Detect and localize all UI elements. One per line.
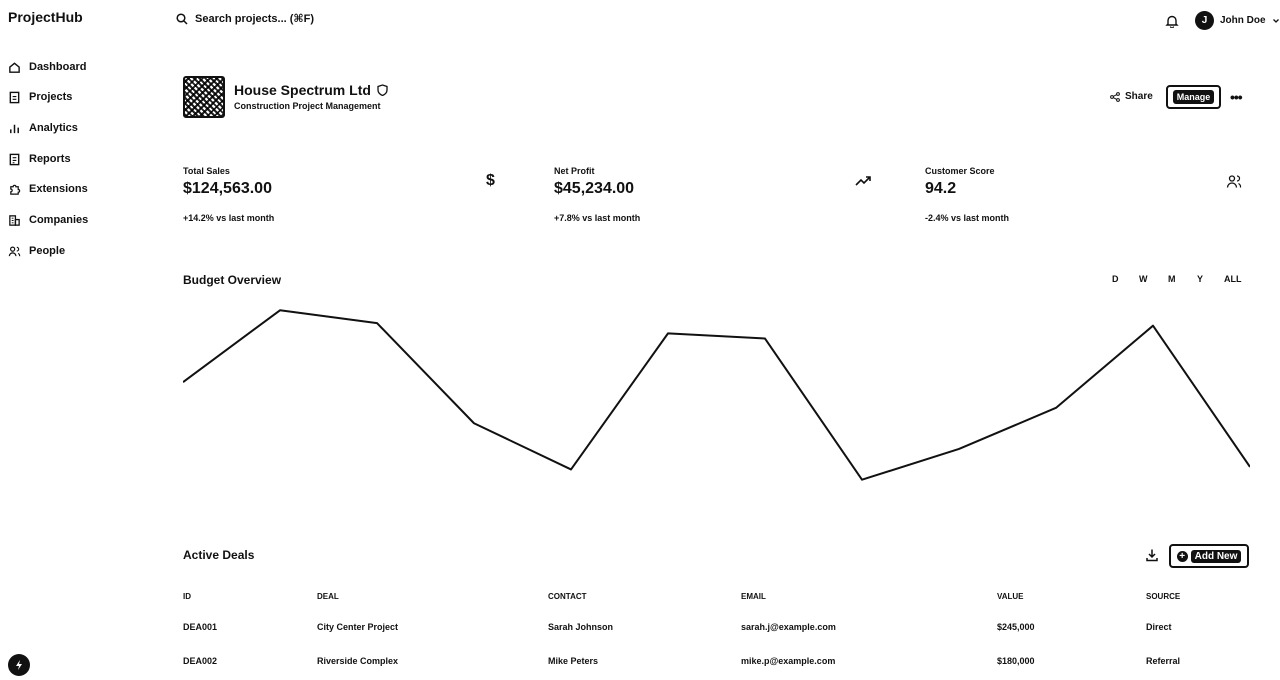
trending-up-icon (855, 176, 871, 186)
cell-id: DEA001 (183, 622, 218, 632)
sidebar-item-analytics[interactable]: Analytics (8, 118, 78, 138)
stat-change: -2.4% vs last month (925, 213, 1010, 223)
user-name: John Doe (1220, 15, 1266, 26)
company-name: House Spectrum Ltd (234, 82, 371, 98)
sidebar-item-companies[interactable]: Companies (8, 210, 88, 230)
share-label: Share (1125, 91, 1153, 102)
sidebar-item-label: Reports (29, 153, 71, 165)
stat-value: 94.2 (925, 180, 957, 197)
avatar: J (1195, 11, 1214, 30)
column-header-email[interactable]: EMAIL (741, 592, 766, 601)
sidebar-item-projects[interactable]: Projects (8, 87, 72, 107)
company-subtitle: Construction Project Management (234, 101, 381, 111)
sidebar-item-dashboard[interactable]: Dashboard (8, 57, 86, 77)
range-day[interactable]: D (1112, 274, 1119, 284)
stat-value: $45,234.00 (554, 180, 635, 197)
company-logo (183, 76, 225, 118)
sidebar-item-label: People (29, 245, 66, 257)
document-icon (9, 91, 20, 103)
column-header-value[interactable]: VALUE (997, 592, 1024, 601)
column-header-source[interactable]: SOURCE (1146, 592, 1180, 601)
people-icon (8, 246, 21, 256)
stat-change: +14.2% vs last month (183, 213, 275, 223)
range-year[interactable]: Y (1197, 274, 1203, 284)
cell-source: Referral (1146, 656, 1181, 666)
chevron-down-icon (1272, 18, 1279, 23)
download-icon[interactable] (1145, 548, 1159, 562)
users-icon (1226, 175, 1242, 188)
share-icon (1110, 91, 1120, 102)
cell-value: $180,000 (997, 656, 1035, 666)
column-header-id[interactable]: ID (183, 592, 191, 601)
sidebar: ProjectHub Dashboard Projects Analytics … (0, 0, 160, 680)
bell-icon[interactable] (1165, 14, 1179, 28)
add-new-label: Add New (1190, 549, 1242, 563)
range-month[interactable]: M (1168, 274, 1176, 284)
deals-title: Active Deals (183, 548, 255, 562)
stat-label: Total Sales (183, 166, 230, 176)
cell-deal: City Center Project (317, 622, 399, 632)
user-menu[interactable]: J John Doe (1195, 11, 1280, 30)
manage-label: Manage (1172, 90, 1215, 104)
add-new-button[interactable]: + Add New (1169, 544, 1249, 568)
cell-id: DEA002 (183, 656, 218, 666)
sidebar-item-people[interactable]: People (8, 241, 65, 261)
manage-button[interactable]: Manage (1166, 85, 1221, 109)
building-icon (9, 214, 20, 226)
cell-source: Direct (1146, 622, 1172, 632)
sidebar-item-label: Analytics (29, 122, 78, 134)
budget-series-line (183, 309, 1250, 481)
cell-contact: Mike Peters (548, 656, 599, 666)
column-header-contact[interactable]: CONTACT (548, 592, 587, 601)
budget-title: Budget Overview (183, 273, 282, 287)
search-icon (176, 12, 188, 25)
bar-chart-icon (10, 124, 19, 133)
sidebar-item-label: Projects (29, 91, 73, 103)
cell-value: $245,000 (997, 622, 1035, 632)
report-icon (9, 153, 20, 165)
shield-icon (377, 84, 388, 96)
budget-line-chart (183, 309, 1250, 481)
share-button[interactable]: Share (1110, 91, 1153, 102)
sidebar-item-reports[interactable]: Reports (8, 149, 71, 169)
puzzle-icon (10, 184, 21, 195)
plus-icon: + (1176, 550, 1188, 562)
company-title: House Spectrum Ltd (234, 82, 388, 98)
sidebar-item-label: Extensions (29, 183, 88, 195)
sidebar-item-label: Companies (29, 214, 89, 226)
home-icon (9, 61, 20, 73)
range-week[interactable]: W (1139, 274, 1148, 284)
column-header-deal[interactable]: DEAL (317, 592, 339, 601)
range-all[interactable]: ALL (1224, 274, 1242, 284)
stat-change: +7.8% vs last month (554, 213, 641, 223)
cell-contact: Sarah Johnson (548, 622, 614, 632)
dollar-icon: $ (486, 172, 495, 189)
search-input[interactable]: Search projects... (⌘F) (195, 12, 314, 25)
more-options-icon[interactable]: ••• (1230, 89, 1243, 105)
sidebar-item-label: Dashboard (29, 61, 87, 73)
cell-email: sarah.j@example.com (741, 622, 836, 632)
stat-label: Net Profit (554, 166, 595, 176)
sidebar-item-extensions[interactable]: Extensions (8, 179, 88, 199)
cell-email: mike.p@example.com (741, 656, 836, 666)
bolt-icon[interactable] (8, 654, 30, 676)
cell-deal: Riverside Complex (317, 656, 399, 666)
stat-value: $124,563.00 (183, 180, 272, 197)
stat-label: Customer Score (925, 166, 995, 176)
search-bar[interactable]: Search projects... (⌘F) (176, 12, 314, 25)
app-logo[interactable]: ProjectHub (8, 9, 83, 25)
